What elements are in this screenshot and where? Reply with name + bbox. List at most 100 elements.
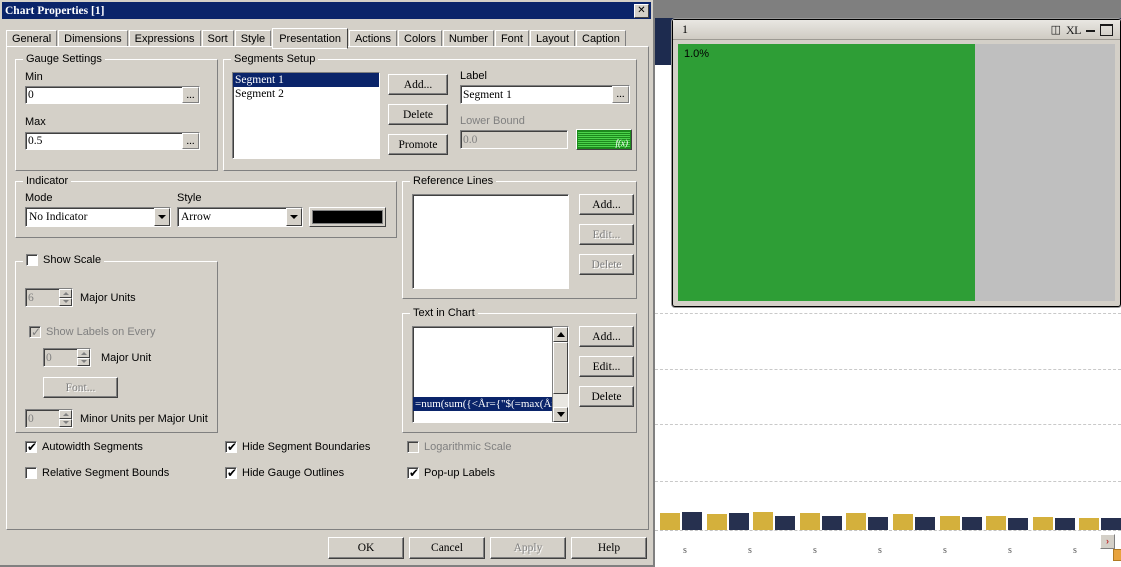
tab-number[interactable]: Number [442, 30, 494, 47]
checkbox-box: ✔ [407, 466, 420, 480]
lower-bound-value: 0.0 [463, 133, 478, 146]
gauge-bar[interactable]: 1.0% [678, 44, 1115, 301]
checkbox-pop-up-labels[interactable]: ✔ Pop-up Labels [407, 467, 495, 479]
segment-promote-button[interactable]: Promote [388, 134, 448, 155]
text-in-chart-title: Text in Chart [410, 307, 478, 319]
gauge-window-titlebar[interactable]: 1 ◫ XL [673, 20, 1120, 40]
scrollbar-track[interactable] [553, 342, 568, 407]
indicator-color-button[interactable] [309, 207, 386, 227]
tick-label: s [813, 545, 817, 556]
bar [939, 515, 960, 530]
lower-bound-input: 0.0 [460, 130, 568, 149]
bar-chart-tick-labels: sssssss [655, 545, 1121, 567]
checkbox-label: Logarithmic Scale [424, 441, 512, 453]
help-button[interactable]: Help [571, 537, 647, 559]
tab-sort[interactable]: Sort [201, 30, 234, 47]
scroll-up-icon[interactable] [553, 327, 568, 342]
chevron-down-icon[interactable] [154, 208, 170, 226]
tab-style[interactable]: Style [234, 30, 272, 47]
min-ellipsis-button[interactable]: ... [182, 87, 199, 103]
major-units-spinner: 6 [25, 288, 73, 307]
max-ellipsis-button[interactable]: ... [182, 133, 199, 149]
dialog-titlebar[interactable]: Chart Properties [1] ✕ [2, 2, 651, 19]
list-item[interactable] [413, 355, 553, 369]
segment-color-fx-button[interactable]: f(x) [576, 129, 632, 150]
max-input[interactable]: 0.5 ... [25, 132, 200, 150]
bar-chart-bars [655, 508, 1121, 530]
tab-colors[interactable]: Colors [398, 30, 442, 47]
list-item[interactable] [413, 383, 553, 397]
indicator-group: Indicator Mode No Indicator Style Arrow [15, 175, 397, 238]
segment-label-value: Segment 1 [463, 88, 512, 101]
list-item[interactable] [413, 327, 553, 341]
tab-layout[interactable]: Layout [529, 30, 575, 47]
checkbox-relative-segment-bounds[interactable]: Relative Segment Bounds [25, 467, 169, 479]
indicator-mode-select[interactable]: No Indicator [25, 207, 171, 227]
checkbox-label: Autowidth Segments [42, 441, 143, 453]
major-unit-value: 0 [46, 351, 52, 364]
gauge-settings-group: Gauge Settings Min 0 ... Max 0.5 ... [15, 53, 218, 171]
table-export-icon[interactable]: ◫ [1051, 24, 1061, 35]
chevron-down-icon[interactable] [286, 208, 302, 226]
text-add-button[interactable]: Add... [579, 326, 634, 347]
scroll-right-button[interactable]: › [1100, 534, 1115, 549]
list-item[interactable] [413, 341, 553, 355]
bar [1054, 517, 1075, 530]
tab-font[interactable]: Font [494, 30, 529, 47]
refline-delete-button: Delete [579, 254, 634, 275]
text-edit-button[interactable]: Edit... [579, 356, 634, 377]
checkbox-label: Pop-up Labels [424, 467, 495, 479]
bottom-bar-chart[interactable]: sssssss [655, 505, 1121, 567]
gauge-settings-title: Gauge Settings [23, 53, 105, 65]
refline-edit-button: Edit... [579, 224, 634, 245]
show-scale-checkbox[interactable]: Show Scale [23, 254, 105, 266]
segment-label-input[interactable]: Segment 1 ... [460, 85, 630, 104]
checkbox-box [26, 254, 38, 266]
max-value: 0.5 [28, 135, 43, 147]
checkbox-hide-segment-boundaries[interactable]: ✔ Hide Segment Boundaries [225, 441, 370, 453]
list-item[interactable]: Segment 2 [233, 87, 379, 101]
ok-button[interactable]: OK [328, 537, 404, 559]
minimize-icon[interactable] [1086, 30, 1095, 32]
reference-lines-listbox[interactable] [412, 194, 569, 289]
segment-delete-button[interactable]: Delete [388, 104, 448, 125]
list-item[interactable]: =num(sum({<År={"$(=max(År) [413, 397, 553, 411]
scroll-down-icon[interactable] [553, 407, 568, 422]
segments-listbox[interactable]: Segment 1 Segment 2 [232, 72, 380, 159]
checkbox-label: Hide Gauge Outlines [242, 467, 345, 479]
segment-add-button[interactable]: Add... [388, 74, 448, 95]
tab-actions[interactable]: Actions [348, 30, 398, 47]
tick-label: s [943, 545, 947, 556]
text-in-chart-listbox[interactable]: =num(sum({<År={"$(=max(År) [412, 326, 569, 423]
text-in-chart-scrollbar[interactable] [552, 327, 568, 422]
checkbox-autowidth-segments[interactable]: ✔ Autowidth Segments [25, 441, 143, 453]
checkbox-hide-gauge-outlines[interactable]: ✔ Hide Gauge Outlines [225, 467, 344, 479]
cancel-button[interactable]: Cancel [409, 537, 485, 559]
checkbox-label: Relative Segment Bounds [42, 467, 170, 479]
list-item[interactable] [413, 369, 553, 383]
tab-general[interactable]: General [6, 30, 58, 47]
dialog-title: Chart Properties [1] [5, 4, 105, 17]
tab-caption[interactable]: Caption [576, 30, 626, 47]
tab-expressions[interactable]: Expressions [128, 30, 201, 47]
refline-add-button[interactable]: Add... [579, 194, 634, 215]
min-input[interactable]: 0 ... [25, 86, 200, 104]
text-delete-button[interactable]: Delete [579, 386, 634, 407]
gauge-chart-window[interactable]: 1 ◫ XL 1.0% [672, 19, 1121, 307]
maximize-icon[interactable] [1100, 23, 1113, 36]
show-labels-every-label: Show Labels on Every [46, 326, 156, 338]
tick-label: s [1008, 545, 1012, 556]
xl-export-icon[interactable]: XL [1066, 24, 1082, 36]
bar [753, 512, 774, 530]
scrollbar-thumb[interactable] [553, 342, 568, 394]
list-item[interactable]: Segment 1 [233, 73, 379, 87]
close-icon[interactable]: ✕ [634, 3, 649, 18]
segment-label-ellipsis-button[interactable]: ... [612, 86, 629, 103]
sheet-divider [655, 481, 1121, 482]
tab-dimensions[interactable]: Dimensions [58, 30, 128, 47]
gauge-track-segment [975, 44, 1115, 301]
tab-presentation[interactable]: Presentation [272, 28, 348, 49]
checkbox-box: ✔ [225, 440, 238, 454]
indicator-style-select[interactable]: Arrow [177, 207, 303, 227]
dialog-tabstrip[interactable]: General Dimensions Expressions Sort Style Pre… [6, 28, 647, 49]
